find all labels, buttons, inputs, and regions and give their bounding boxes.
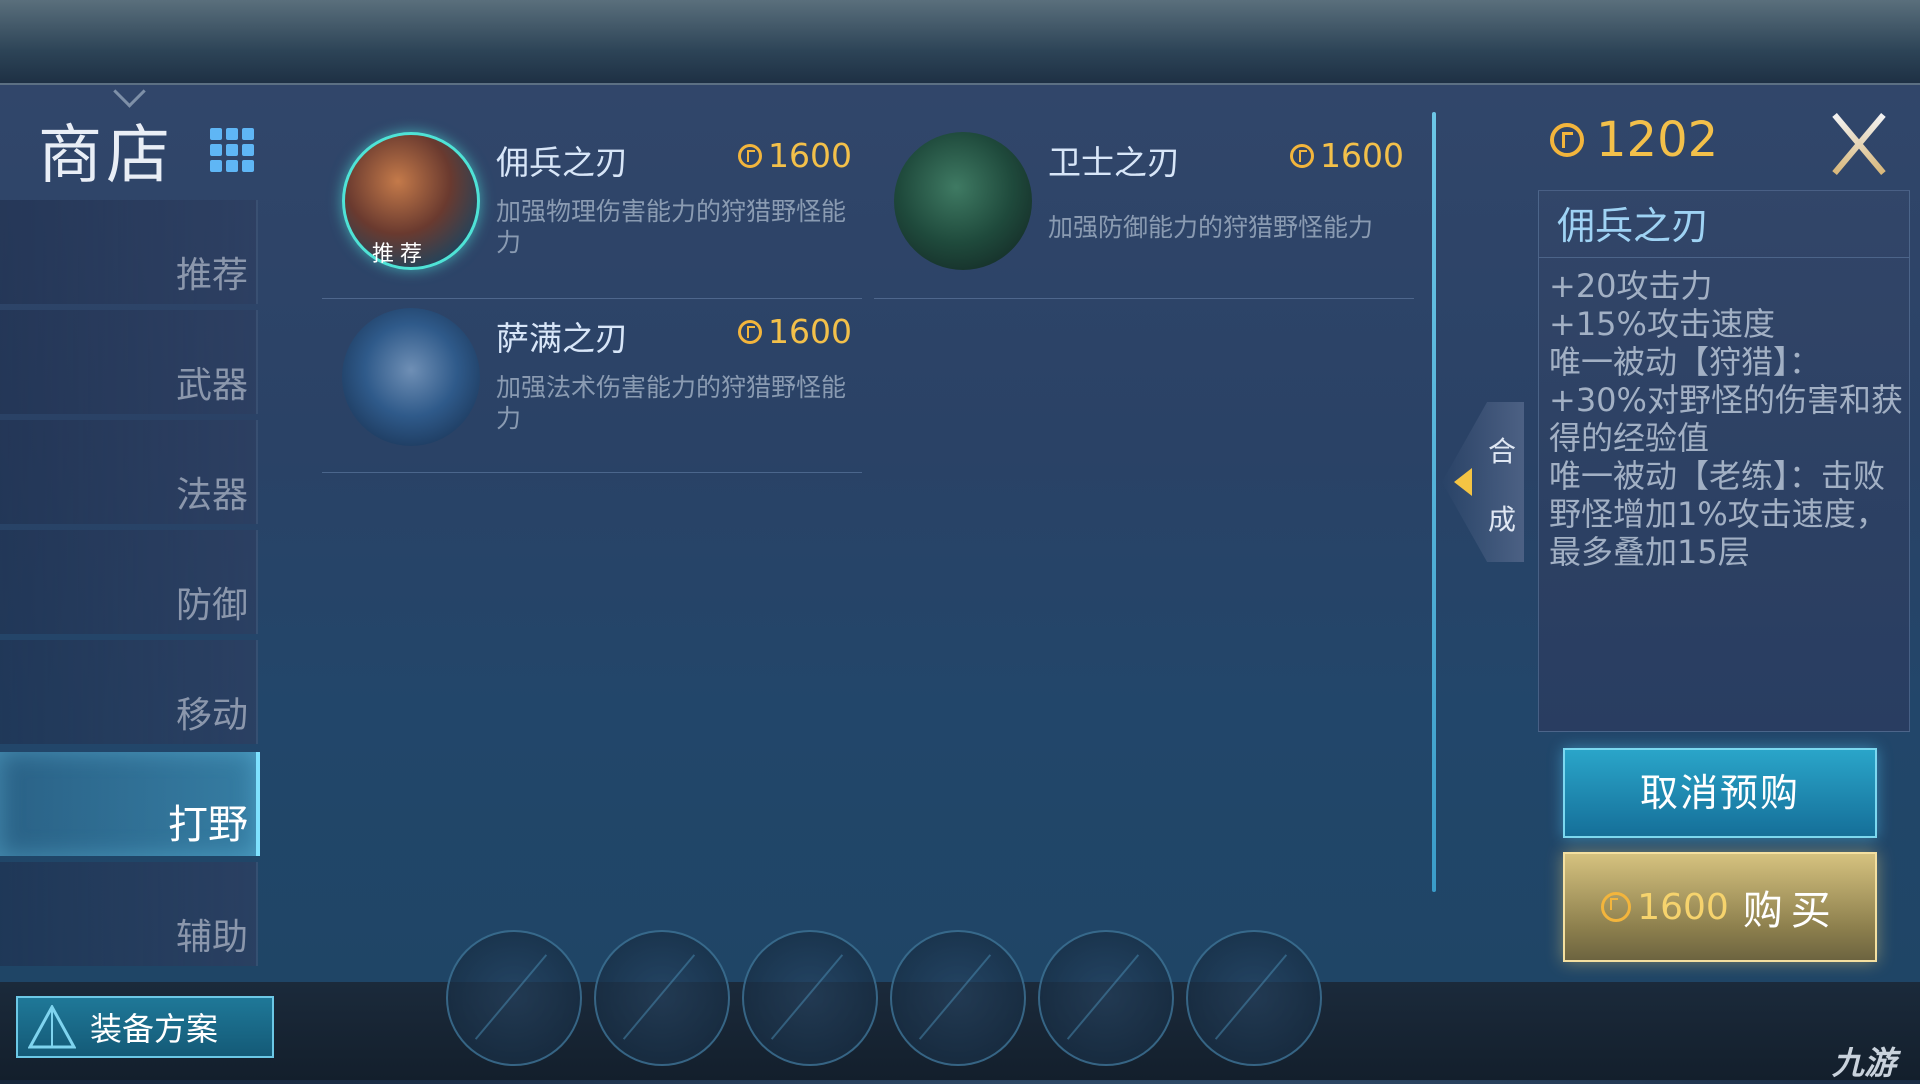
watermark: 九游: [1832, 1044, 1897, 1082]
detail-passive: 唯一被动【狩猎】：+30%对野怪的伤害和获得的经验值: [1549, 343, 1903, 457]
category-label: 法器: [175, 475, 248, 516]
category-tab-magic[interactable]: 法器: [0, 420, 258, 524]
page-title: 商店: [38, 119, 174, 193]
item-price: 1600: [1290, 136, 1404, 175]
item-name: 卫士之刃: [1048, 143, 1180, 182]
craft-label-2: 成: [1488, 503, 1517, 536]
gold-amount: 1202: [1596, 112, 1719, 168]
equipment-slot[interactable]: [742, 930, 878, 1066]
item-icon-shaman-blade: [342, 308, 480, 446]
coin-icon: [1290, 143, 1314, 168]
coin-icon: [1601, 892, 1632, 922]
close-icon[interactable]: [1826, 108, 1890, 178]
divider: [1539, 257, 1909, 258]
category-label: 武器: [175, 365, 248, 406]
detail-passive: 唯一被动【老练】：击败野怪增加1%攻击速度，最多叠加15层: [1549, 457, 1888, 571]
equipment-slot[interactable]: [890, 930, 1026, 1066]
buy-button[interactable]: 1600 购买: [1563, 852, 1877, 962]
detail-item-name: 佣兵之刃: [1557, 204, 1710, 248]
buy-price: 1600: [1601, 887, 1729, 928]
equipment-slot[interactable]: [594, 930, 730, 1066]
item-name: 佣兵之刃: [496, 143, 628, 182]
category-label: 推荐: [175, 255, 248, 296]
category-tab-recommended[interactable]: 推荐: [0, 200, 258, 304]
shop-item-shaman-blade[interactable]: 萨满之刃 1600 加强法术伤害能力的狩猎野怪能力: [342, 308, 862, 458]
category-tab-defense[interactable]: 防御: [0, 530, 258, 634]
detail-stat: +20攻击力: [1549, 267, 1713, 305]
craft-label-1: 合: [1488, 435, 1517, 468]
item-description: 加强法术伤害能力的狩猎野怪能力: [496, 373, 847, 433]
item-name: 萨满之刃: [496, 319, 628, 358]
equip-plan-label: 装备方案: [90, 1010, 219, 1048]
top-banner: [0, 0, 1920, 85]
grid-icon[interactable]: [206, 124, 258, 176]
buy-label: 购买: [1742, 888, 1839, 934]
category-label: 移动: [175, 695, 248, 736]
equipment-slot[interactable]: [1038, 930, 1174, 1066]
equipment-slot[interactable]: [1186, 930, 1322, 1066]
coin-icon: [738, 143, 762, 168]
shop-item-mercenary-blade[interactable]: 推荐 佣兵之刃 1600 加强物理伤害能力的狩猎野怪能力: [342, 132, 862, 282]
category-label: 防御: [175, 585, 248, 626]
divider: [322, 472, 862, 473]
item-price: 1600: [738, 312, 852, 351]
item-description: 加强物理伤害能力的狩猎野怪能力: [496, 197, 847, 257]
item-price: 1600: [738, 136, 852, 175]
category-tab-jungle[interactable]: 打野: [0, 752, 260, 856]
gold-balance: 1202: [1550, 112, 1718, 168]
cancel-preorder-button[interactable]: 取消预购: [1563, 748, 1877, 838]
item-description: 加强防御能力的狩猎野怪能力: [1048, 213, 1374, 242]
panel-separator: [1432, 112, 1436, 892]
divider: [322, 298, 862, 299]
coin-icon: [738, 319, 762, 344]
category-label: 打野: [168, 802, 248, 848]
item-icon-guardian-blade: [894, 132, 1032, 270]
detail-stat: +15%攻击速度: [1549, 305, 1775, 343]
divider: [874, 298, 1414, 299]
recommended-badge: 推荐: [372, 242, 429, 267]
equip-plan-icon: [28, 1005, 76, 1049]
category-tab-movement[interactable]: 移动: [0, 640, 258, 744]
coin-icon: [1550, 123, 1584, 157]
equipment-slot[interactable]: [446, 930, 582, 1066]
item-detail-panel: 佣兵之刃 +20攻击力 +15%攻击速度 唯一被动【狩猎】：+30%对野怪的伤害…: [1538, 190, 1910, 732]
shop-item-guardian-blade[interactable]: 卫士之刃 1600 加强防御能力的狩猎野怪能力: [894, 132, 1414, 282]
craft-arrow-icon: [1454, 468, 1472, 496]
equip-plan-button[interactable]: 装备方案: [16, 996, 274, 1058]
category-tab-support[interactable]: 辅助: [0, 862, 258, 966]
category-label: 辅助: [175, 917, 248, 958]
category-tab-weapon[interactable]: 武器: [0, 310, 258, 414]
